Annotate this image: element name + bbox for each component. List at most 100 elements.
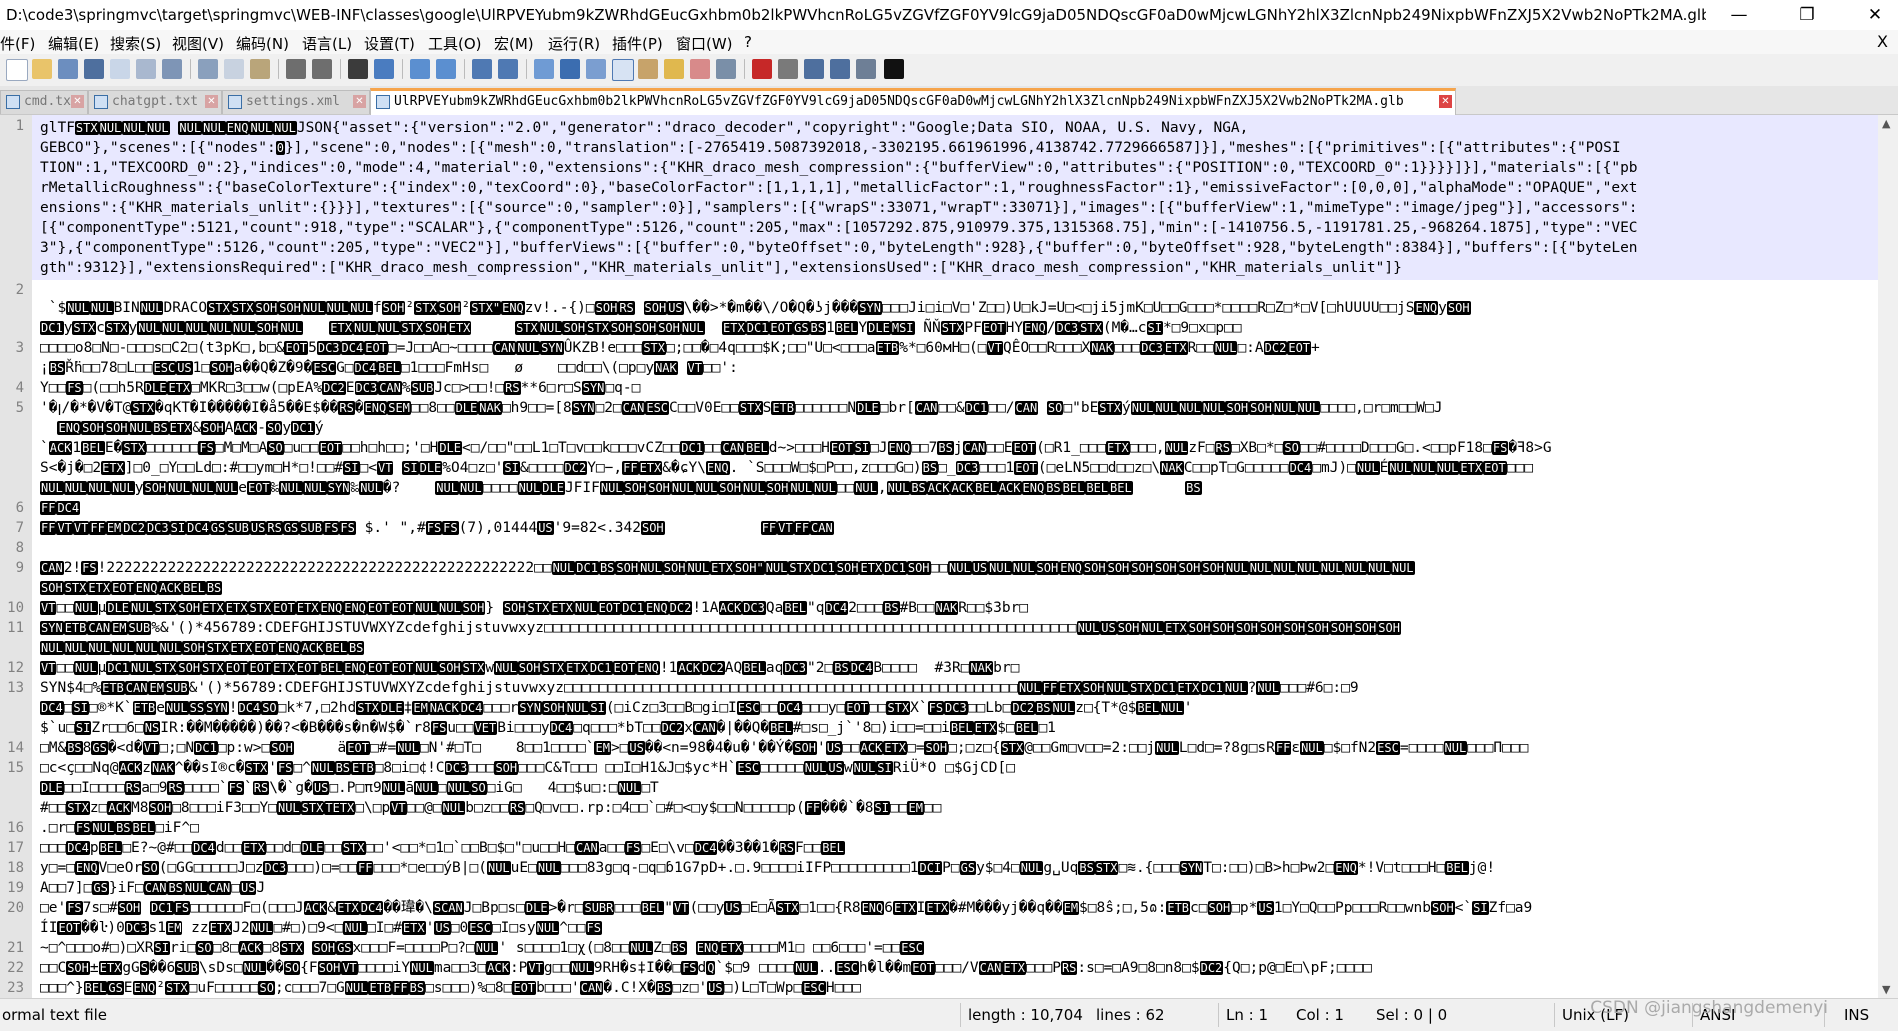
code-line[interactable]: ~□^□□□o#□)□XRSIri□SO□8□ACK□8STX SOH GSx□□… xyxy=(40,938,1870,958)
replace-icon[interactable] xyxy=(374,59,394,79)
tab-close-icon[interactable]: ✕ xyxy=(1439,95,1452,108)
minimize-button[interactable]: — xyxy=(1716,0,1762,30)
print-icon[interactable] xyxy=(162,59,182,79)
tab-close-icon[interactable]: ✕ xyxy=(71,95,84,108)
code-line[interactable]: rMetallicRoughness":{"baseColorTexture":… xyxy=(40,178,1870,198)
tab-settings[interactable]: settings.xml ✕ xyxy=(222,90,370,114)
close-document-icon[interactable]: X xyxy=(1877,32,1888,51)
doc-map-icon[interactable] xyxy=(638,59,658,79)
code-line[interactable]: SYN$4□%ETB CAN EM SUB&'()*56789:CDEFGHIJSTU… xyxy=(40,678,1870,698)
paste-icon[interactable] xyxy=(250,59,270,79)
menu-settings[interactable]: 设置(T) xyxy=(364,33,415,54)
monitoring-icon[interactable] xyxy=(716,59,736,79)
tab-chatgpt[interactable]: chatgpt.txt ✕ xyxy=(88,90,222,114)
code-line[interactable]: ensions":{"KHR_materials_unlit":{}}}],"t… xyxy=(40,198,1870,218)
function-list-icon[interactable] xyxy=(664,59,684,79)
close-file-icon[interactable] xyxy=(110,59,130,79)
folder-workspace-icon[interactable] xyxy=(690,59,710,79)
code-line[interactable]: CAN2!FS!22222222222222222222222222222222… xyxy=(40,558,1870,578)
find-icon[interactable] xyxy=(348,59,368,79)
menu-plugins[interactable]: 插件(P) xyxy=(612,33,663,54)
close-button[interactable]: ✕ xyxy=(1852,0,1898,30)
zoom-in-icon[interactable] xyxy=(410,59,430,79)
close-all-icon[interactable] xyxy=(136,59,156,79)
maximize-button[interactable]: ❐ xyxy=(1784,0,1830,30)
sync-horizontal-icon[interactable] xyxy=(498,59,518,79)
code-line[interactable]: □□□DC4pBEL□E?~@#□□DC4d□□ETX□□d□DLE□□STX□… xyxy=(40,838,1870,858)
tab-cmd[interactable]: cmd.txt ✕ xyxy=(0,90,88,114)
code-line[interactable]: □M&BS8GS�<d�VT□;□NDC1□p:w>□SOH äEOT□#=NU… xyxy=(40,738,1870,758)
cut-icon[interactable] xyxy=(198,59,218,79)
code-line[interactable]: 3"},{"componentType":5126,"count":205,"t… xyxy=(40,238,1870,258)
code-line[interactable]: ENQ SOH SOH NUL BS ETX&SOHAACK-SOyDC1ý xyxy=(40,418,1870,438)
code-line[interactable]: `$NUL NULBINNULDRACOSTX STX SOH SOH NUL NUL NUL… xyxy=(40,298,1870,318)
code-line[interactable]: □c<ç□□Nq@ACKzNAK^��sI®c�STX'FS□^NUL BS ETB… xyxy=(40,758,1870,778)
editor[interactable]: 1 2 3 4 5 6 7 8 9 10 11 12 13 14 15 16 1… xyxy=(0,115,1878,998)
code-line[interactable]: □□□□o8□N□-□□□s□C2□(t3pK□,b□&EOT5DC3 DC4 EO… xyxy=(40,338,1870,358)
code-line[interactable]: '�ꞁ/�*�V�T@STX�qKT�I�����I�å5��E$��RS�EN… xyxy=(40,398,1870,418)
code-line[interactable]: NUL NUL NUL NULySOH NUL NUL NULeEOT‰NUL NUL SYN‰… xyxy=(40,478,1870,498)
indent-guide-icon[interactable] xyxy=(586,59,606,79)
code-line[interactable]: □e'FS7s□#SOH DC1 FS□□□□□□F□(□□□JACK&ETX DC… xyxy=(40,898,1870,918)
copy-icon[interactable] xyxy=(224,59,244,79)
code-line[interactable]: □□CSOH±ETXgGS��6SUB\sDs□NUL��SO{FSOH VT□□… xyxy=(40,958,1870,978)
menu-edit[interactable]: 编辑(E) xyxy=(48,33,99,54)
code-line[interactable]: VT□□NULµDLE NUL STX SOH ETX ETX STX EOT ETX ENQ EN… xyxy=(40,598,1870,618)
code-line[interactable]: GEBCO"},"scenes":[{"nodes":0}],"scene":0… xyxy=(40,138,1870,158)
vertical-scrollbar[interactable]: ▲ ▼ xyxy=(1878,115,1898,998)
menu-encoding[interactable]: 编码(N) xyxy=(236,33,289,54)
menu-language[interactable]: 语言(L) xyxy=(302,33,352,54)
scroll-down-icon[interactable]: ▼ xyxy=(1882,983,1890,996)
plugin-icon[interactable] xyxy=(884,59,904,79)
sync-vertical-icon[interactable] xyxy=(472,59,492,79)
record-macro-icon[interactable] xyxy=(752,59,772,79)
status-ins[interactable]: INS xyxy=(1844,1006,1869,1024)
menu-help[interactable]: ? xyxy=(744,33,752,51)
code-line[interactable]: .□r□FS NUL BS BEL□iF^□ xyxy=(40,818,1870,838)
code-line[interactable]: TION":1,"TEXCOORD_0":2},"indices":0,"mod… xyxy=(40,158,1870,178)
stop-macro-icon[interactable] xyxy=(778,59,798,79)
code-line[interactable]: VT□□NULµDC1 NUL STX SOH STX EOT EOT ETX EOT BEL EN… xyxy=(40,658,1870,678)
scroll-up-icon[interactable]: ▲ xyxy=(1882,117,1890,130)
save-icon[interactable] xyxy=(58,59,78,79)
save-macro-icon[interactable] xyxy=(856,59,876,79)
tab-close-icon[interactable]: ✕ xyxy=(353,95,366,108)
menu-view[interactable]: 视图(V) xyxy=(172,33,224,54)
code-line[interactable]: #□□STXz□ACKM8SOH□8□□□iF3□□Y□NUL STX TETX□\… xyxy=(40,798,1870,818)
menu-search[interactable]: 搜索(S) xyxy=(110,33,161,54)
code-line[interactable]: □□□^}BEL GSEENQ²STX□uF□□□□□SO;c□□□7□GNUL E… xyxy=(40,978,1870,998)
code-line[interactable]: DC1ySTXcSTXyNUL NUL NUL NUL NUL SOH NUL ETX NUL… xyxy=(40,318,1870,338)
run-macro-multiple-icon[interactable] xyxy=(830,59,850,79)
code-line[interactable]: Y□□FS□(□□h5RDLE ETX□MKR□3□□w(□pEA%DC2EDC3… xyxy=(40,378,1870,398)
word-wrap-icon[interactable] xyxy=(534,59,554,79)
code-line[interactable]: FF VT VT FF EM DC2 DC3 SI DC4 GS SUB US RS GS SUB FS FS … xyxy=(40,518,1870,538)
code-line[interactable]: gth":9312}],"extensionsRequired":["KHR_d… xyxy=(40,258,1870,278)
tab-close-icon[interactable]: ✕ xyxy=(205,95,218,108)
code-line[interactable]: [{"componentType":5121,"count":918,"type… xyxy=(40,218,1870,238)
show-all-chars-icon[interactable] xyxy=(560,59,580,79)
code-line[interactable]: glTFSTX NUL NUL NUL NUL NUL ENQ NUL NULJSON{"as… xyxy=(40,118,1870,138)
code-line[interactable]: y□=□ENQV□eOrSO(□GG□□□□□J□zDC3□□□)□=□□FF□… xyxy=(40,858,1870,878)
code-line[interactable]: A□□7]□GS}iF□CAN BS NUL CAN□USJ xyxy=(40,878,1870,898)
redo-icon[interactable] xyxy=(312,59,332,79)
code-line[interactable]: DLE□□I□□□□RSa□9RS□□□□`FS`RS\�`g�US□.P□π9… xyxy=(40,778,1870,798)
zoom-out-icon[interactable] xyxy=(436,59,456,79)
code-line[interactable]: SYN ETB CAN EM SUB%&'()*456789:CDEFGHIJSTUVW… xyxy=(40,618,1870,638)
code-line[interactable]: $`u□SIZr□□6□NSIR:��M�����)��?<�B���s�n�W… xyxy=(40,718,1870,738)
tab-glb-file[interactable]: UlRPVEYubm9kZWRhdGEucGxhbm0b2lkPWVhcnRoL… xyxy=(370,88,1456,117)
code-line[interactable]: NUL NUL NUL NUL NUL NUL SOH STX ETX EOT ENQ ACK BEL B… xyxy=(40,638,1870,658)
menu-window[interactable]: 窗口(W) xyxy=(676,33,733,54)
open-file-icon[interactable] xyxy=(32,59,52,79)
code-line[interactable]: SOH STX ETX EOT ENQ ACK BEL BS xyxy=(40,578,1870,598)
new-file-icon[interactable] xyxy=(6,59,28,81)
undo-icon[interactable] xyxy=(286,59,306,79)
code-line[interactable]: ÍIEOT��ŀ)0DC3s1EM zzETXJ2NUL□#□)□9<□NUL□… xyxy=(40,918,1870,938)
play-macro-icon[interactable] xyxy=(804,59,824,79)
code-line[interactable]: `ACK1BELE�STX□□□□□□FS□M□M□ASO□u□□EOT□□h□… xyxy=(40,438,1870,458)
code-line[interactable]: DC4□SI□®*K`ETBeNUL SS SYN!DC4 SO□k*7,□2hdST… xyxy=(40,698,1870,718)
code-line[interactable]: ¡BSŘ̈h□□78□L□□ESC US1□SOHa��Q�Z�9�ESCG□DC… xyxy=(40,358,1870,378)
code-line[interactable]: FF DC4 xyxy=(40,498,1870,518)
save-all-icon[interactable] xyxy=(84,59,104,79)
menu-macro[interactable]: 宏(M) xyxy=(494,33,534,54)
menu-file[interactable]: 件(F) xyxy=(0,33,35,54)
